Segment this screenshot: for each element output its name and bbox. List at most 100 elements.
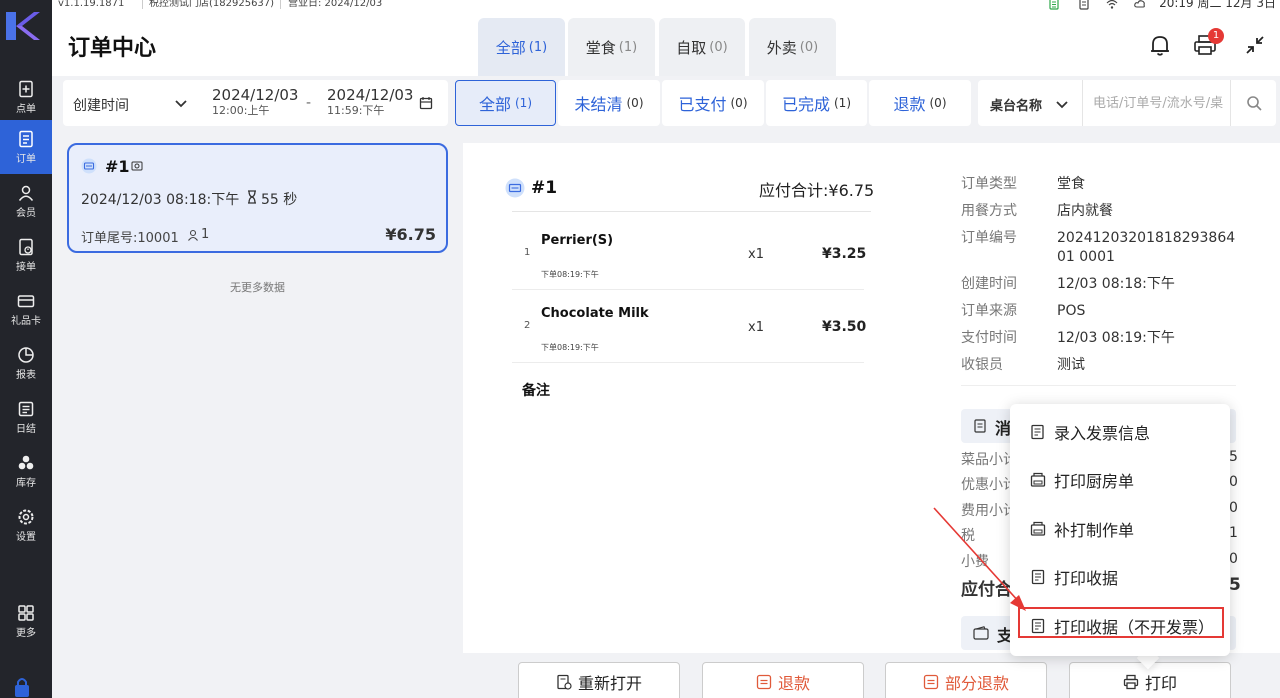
tab-label: 自取 <box>676 38 707 57</box>
date-range-picker[interactable]: 创建时间 2024/12/03 12:00:上午 - 2024/12/03 11… <box>63 80 448 126</box>
nav-label: 接单 <box>16 261 36 273</box>
sub-label: 菜品小计 <box>961 452 1017 468</box>
button-label: 重新打开 <box>577 674 642 693</box>
more-icon <box>18 604 34 621</box>
order-card[interactable]: #1 2024/12/03 08:18:下午 55 秒 订单尾号:10001 1… <box>67 143 448 253</box>
divider <box>512 211 871 212</box>
refund-icon <box>923 674 939 690</box>
nav-label: 日结 <box>16 423 36 435</box>
storage-icon <box>1079 0 1089 10</box>
search-input[interactable] <box>1082 80 1230 126</box>
order-detail: #1 应付合计:¥6.75 1 Perrier(S) 下单08:19:下午 x1… <box>463 143 919 653</box>
order-number: #1 <box>105 157 130 176</box>
partial-refund-button[interactable]: 部分退款 <box>885 662 1047 698</box>
info-label: 支付时间 <box>961 330 1017 346</box>
hourglass-icon <box>248 190 256 204</box>
status-tab-all[interactable]: 全部 (1) <box>455 80 556 126</box>
clock: 20:19 周二 12月 3日 <box>1159 0 1276 10</box>
info-label: 收银员 <box>961 357 1003 373</box>
section-title: 消 <box>995 419 1012 438</box>
button-label: 打印 <box>1144 674 1177 693</box>
nav-label: 订单 <box>16 153 36 165</box>
nav-item-member[interactable]: 会员 <box>0 174 52 228</box>
sub-value: 0 <box>1229 500 1238 516</box>
info-label: 用餐方式 <box>961 203 1017 219</box>
status-tab-paid[interactable]: 已支付 (0) <box>662 80 764 126</box>
divider <box>961 385 1236 386</box>
end-time-value: 11:59:下午 <box>327 104 385 117</box>
order-duration: 55 秒 <box>261 192 298 208</box>
sub-label: 优惠小计 <box>961 477 1017 493</box>
divider <box>142 0 143 9</box>
nav-item-accept-order[interactable]: 接单 <box>0 228 52 282</box>
button-label: 部分退款 <box>944 674 1009 693</box>
info-value: 测试 <box>1057 357 1085 373</box>
nav-item-add-order[interactable]: 点单 <box>0 70 52 124</box>
info-label: 订单来源 <box>961 303 1017 319</box>
item-price: ¥3.50 <box>822 319 867 335</box>
settings-icon <box>18 509 34 524</box>
bill-icon <box>974 419 986 433</box>
menu-item-print-kitchen[interactable]: 打印厨房单 <box>1030 464 1220 496</box>
menu-item-enter-invoice[interactable]: 录入发票信息 <box>1030 416 1220 448</box>
tab-delivery[interactable]: 外卖 (0) <box>749 18 836 76</box>
filter-bar: 创建时间 2024/12/03 12:00:上午 - 2024/12/03 11… <box>52 76 1280 132</box>
item-order-time: 下单08:19:下午 <box>541 343 599 352</box>
tab-all-types[interactable]: 全部 (1) <box>478 18 565 76</box>
nav-item-orders[interactable]: 订单 <box>0 120 52 174</box>
member-icon <box>18 185 34 201</box>
nav-item-gift-card[interactable]: 礼品卡 <box>0 282 52 336</box>
nav-item-daily-close[interactable]: 日结 <box>0 390 52 444</box>
collapse-icon[interactable] <box>1242 32 1268 58</box>
due-value: 5 <box>1229 575 1241 595</box>
date-type-select[interactable]: 创建时间 <box>73 95 129 115</box>
nav-item-more[interactable]: 更多 <box>0 594 52 648</box>
bell-icon[interactable] <box>1147 32 1173 58</box>
end-date[interactable]: 2024/12/03 11:59:下午 <box>327 87 413 118</box>
search-button[interactable] <box>1230 80 1276 126</box>
item-quantity: x1 <box>748 247 764 262</box>
info-label: 订单类型 <box>961 176 1017 192</box>
reopen-icon <box>557 674 572 690</box>
info-value: 12/03 08:19:下午 <box>1057 330 1175 346</box>
item-index: 2 <box>524 320 531 331</box>
kitchen-print-icon <box>1030 472 1046 487</box>
start-date[interactable]: 2024/12/03 12:00:上午 <box>212 87 298 118</box>
business-day: 营业日: 2024/12/03 <box>288 0 383 9</box>
nav-item-settings[interactable]: 设置 <box>0 498 52 552</box>
item-row[interactable]: 2 Chocolate Milk 下单08:19:下午 x1 ¥3.50 <box>512 290 867 363</box>
nav-label: 点单 <box>16 103 36 115</box>
status-count: (0) <box>929 96 947 110</box>
print-button[interactable]: 打印 <box>1069 662 1231 698</box>
menu-item-label: 打印厨房单 <box>1054 472 1135 491</box>
menu-item-reprint-production[interactable]: 补打制作单 <box>1030 513 1220 545</box>
nav-item-report[interactable]: 报表 <box>0 336 52 390</box>
dine-in-icon <box>505 178 525 198</box>
notification-badge: 1 <box>1208 28 1224 44</box>
status-tab-unsettled[interactable]: 未结清 (0) <box>558 80 660 126</box>
refund-button[interactable]: 退款 <box>702 662 864 698</box>
tab-count: (1) <box>618 39 638 55</box>
item-quantity: x1 <box>748 320 764 335</box>
item-row[interactable]: 1 Perrier(S) 下单08:19:下午 x1 ¥3.25 <box>512 217 867 290</box>
divider <box>280 0 281 9</box>
info-value: 店内就餐 <box>1057 203 1113 219</box>
reopen-button[interactable]: 重新打开 <box>518 662 680 698</box>
item-name: Perrier(S) <box>541 233 614 248</box>
nav-item-inventory[interactable]: 库存 <box>0 444 52 498</box>
item-price: ¥3.25 <box>822 246 867 262</box>
status-tab-completed[interactable]: 已完成 (1) <box>766 80 867 126</box>
inventory-icon <box>18 455 34 469</box>
status-tab-refund[interactable]: 退款 (0) <box>869 80 971 126</box>
lock-icon[interactable] <box>12 676 32 698</box>
search-type-select[interactable]: 桌台名称 <box>990 95 1042 114</box>
calendar-icon[interactable] <box>419 96 433 110</box>
tab-label: 外卖 <box>766 38 797 57</box>
menu-item-print-receipt[interactable]: 打印收据 <box>1030 561 1220 593</box>
tab-pickup[interactable]: 自取 (0) <box>659 18 745 76</box>
tab-dine-in[interactable]: 堂食 (1) <box>568 18 655 76</box>
sub-value: 0 <box>1229 474 1238 490</box>
sub-value: 0 <box>1229 551 1238 567</box>
battery-icon <box>1049 0 1059 10</box>
store-name: 税控测试门店(182925637) <box>149 0 275 9</box>
